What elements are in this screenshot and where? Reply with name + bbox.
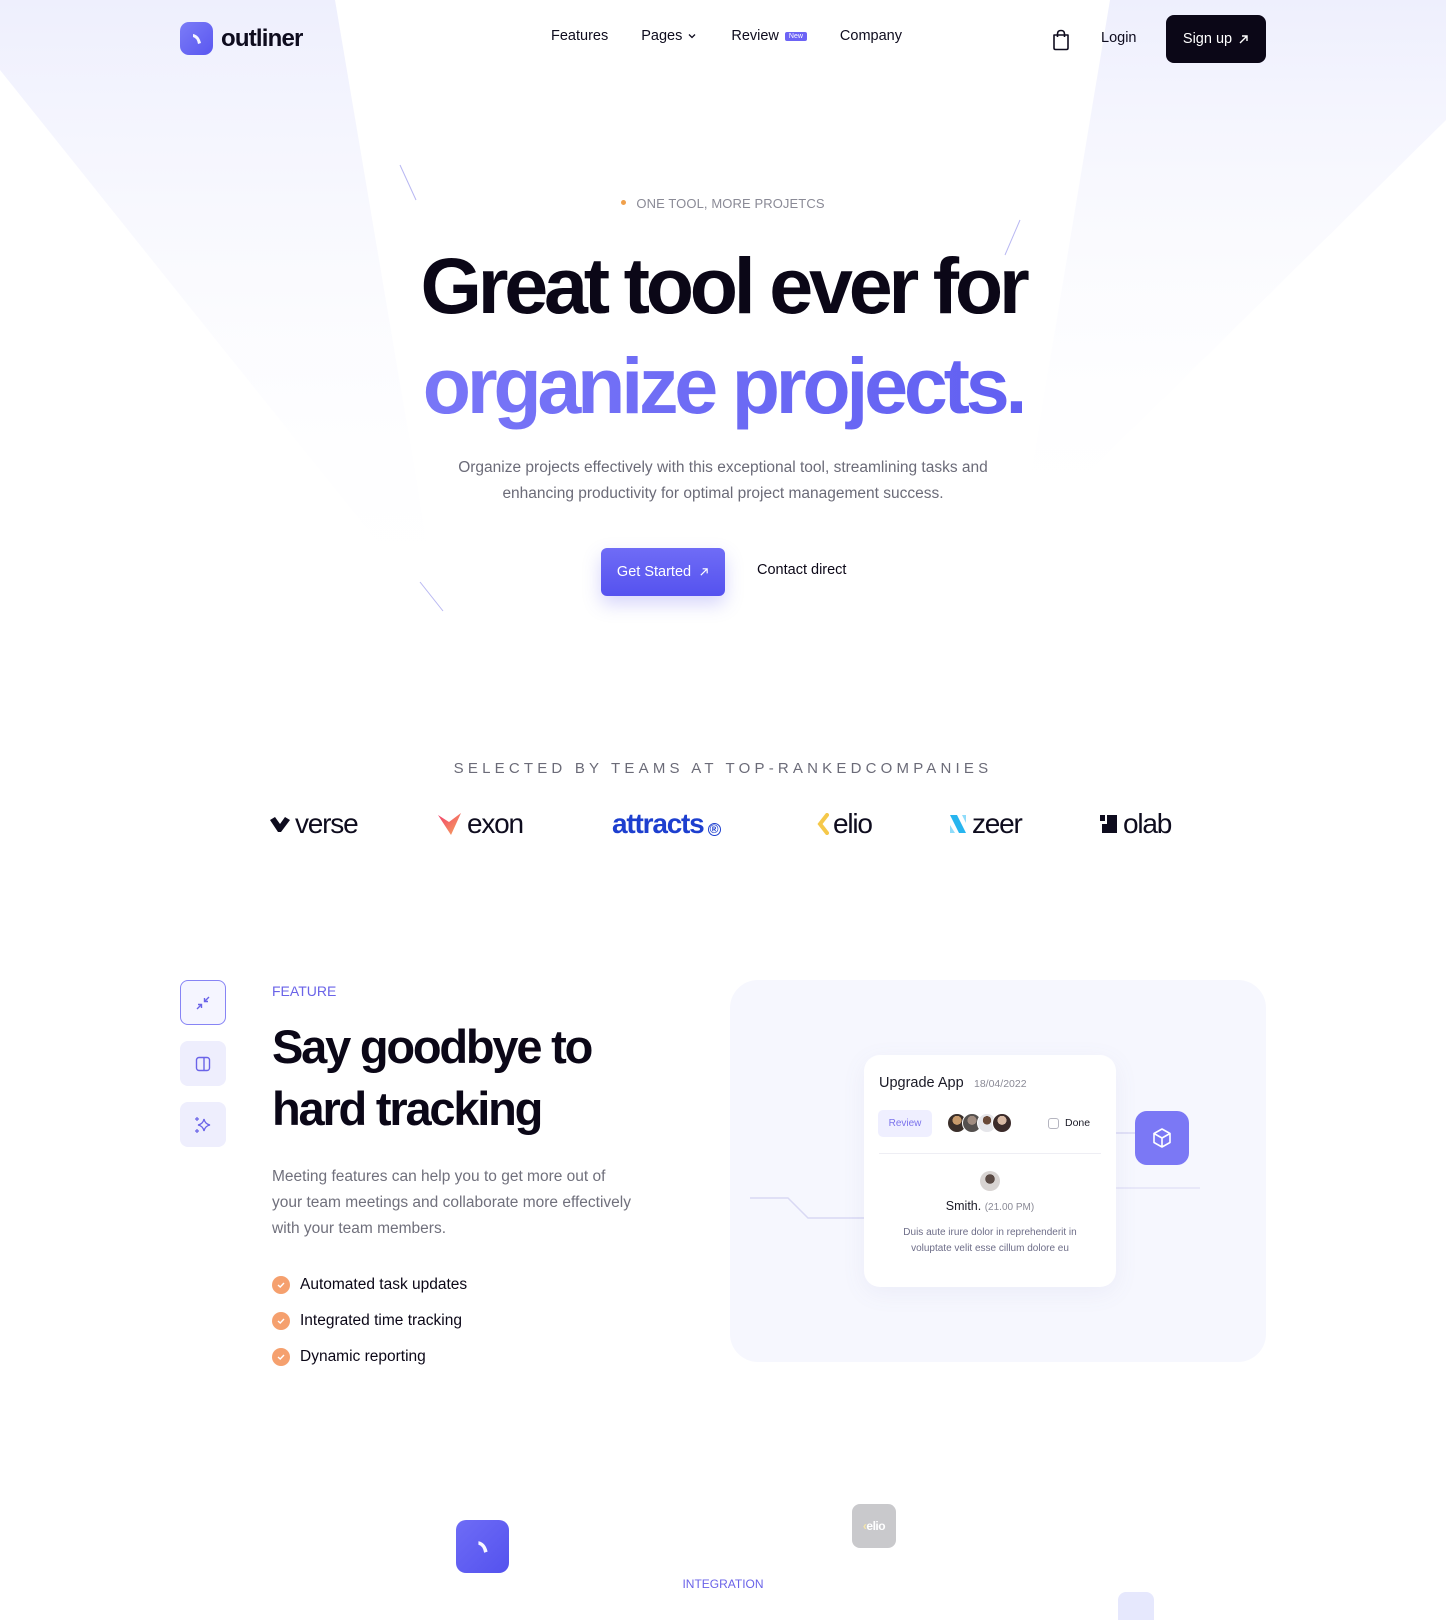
- get-started-button[interactable]: Get Started: [601, 548, 725, 596]
- logo-mark-icon: [477, 1540, 488, 1553]
- task-card: Upgrade App 18/04/2022 Review Done Smith…: [864, 1055, 1116, 1287]
- site-header: outliner Features Pages Review New Compa…: [0, 0, 1446, 80]
- feature-title: Say goodbye to hard tracking: [272, 1020, 593, 1135]
- logo-mark-icon: [180, 22, 213, 55]
- done-checkbox[interactable]: [1048, 1117, 1059, 1129]
- new-badge: New: [784, 31, 807, 41]
- hero-title-line2: organize projects.: [0, 336, 1446, 436]
- sidebar-panel-icon: [195, 1056, 211, 1071]
- registered-icon: ®: [707, 822, 721, 836]
- feature-tabs: [180, 980, 226, 1147]
- integration-elio-text: elio: [866, 1519, 886, 1533]
- logo-zeer: zeer: [948, 808, 1023, 840]
- main-nav: Features Pages Review New Company: [551, 28, 902, 44]
- done-label: Done: [1065, 1117, 1091, 1129]
- logo-attracts-text: attracts: [612, 808, 705, 839]
- nav-features[interactable]: Features: [551, 28, 608, 44]
- logo-olab: olab: [1099, 808, 1172, 840]
- signup-label: Sign up: [1182, 31, 1233, 47]
- nav-pages-label: Pages: [641, 28, 683, 44]
- status-chip[interactable]: Review: [878, 1110, 932, 1137]
- nav-review-label: Review: [731, 28, 779, 44]
- feature-preview-panel: Upgrade App 18/04/2022 Review Done Smith…: [730, 980, 1266, 1362]
- logo-elio-text: elio: [833, 808, 873, 839]
- olab-mark-icon: [1100, 815, 1117, 833]
- logo-attracts: attracts ®: [612, 808, 721, 840]
- nav-company[interactable]: Company: [840, 28, 902, 44]
- verse-mark-icon: [270, 817, 290, 832]
- arrow-up-right-icon: [1239, 34, 1248, 43]
- hero-title: Great tool ever for organize projects.: [0, 236, 1446, 436]
- brand-name: outliner: [221, 24, 303, 52]
- feature-bullet: Dynamic reporting: [272, 1339, 467, 1375]
- eyebrow-dot: [621, 200, 627, 206]
- integration-outliner-tile: [456, 1520, 509, 1573]
- logo-exon: exon: [437, 808, 524, 840]
- hero-title-line1: Great tool ever for: [420, 241, 1029, 330]
- check-circle-icon: [272, 1276, 290, 1294]
- hero-eyebrow: ONE TOOL, MORE PROJETCS: [0, 196, 1446, 211]
- contact-direct-link[interactable]: Contact direct: [757, 562, 846, 578]
- feature-bullet-text: Automated task updates: [300, 1276, 468, 1293]
- brand-logo[interactable]: outliner: [180, 22, 303, 55]
- feature-tab-panel[interactable]: [180, 1041, 226, 1086]
- feature-bullet: Automated task updates: [272, 1267, 467, 1303]
- nav-pages[interactable]: Pages: [641, 28, 697, 44]
- feature-bullet-text: Integrated time tracking: [300, 1312, 462, 1329]
- task-date: 18/04/2022: [974, 1078, 1027, 1090]
- signup-button[interactable]: Sign up: [1166, 15, 1266, 63]
- chevron-down-icon: [688, 34, 696, 39]
- commenter-avatar: [980, 1171, 1000, 1191]
- check-circle-icon: [272, 1348, 290, 1366]
- task-title: Upgrade App: [879, 1075, 964, 1091]
- sparkles-icon: [195, 1116, 211, 1133]
- logo-exon-text: exon: [467, 808, 524, 839]
- login-link[interactable]: Login: [1101, 30, 1136, 46]
- feature-tab-sparkles[interactable]: [180, 1102, 226, 1147]
- commenter-name: Smith.: [945, 1199, 982, 1213]
- logo-verse-text: verse: [295, 808, 359, 839]
- comment-author: Smith. (21.00 PM): [864, 1199, 1116, 1213]
- logo-olab-text: olab: [1123, 808, 1172, 839]
- feature-bullets: Automated task updates Integrated time t…: [272, 1267, 467, 1375]
- feature-label: FEATURE: [272, 983, 337, 999]
- avatar: [992, 1113, 1012, 1133]
- integration-label: INTEGRATION: [682, 1577, 764, 1591]
- logo-verse: verse: [269, 808, 359, 840]
- nav-features-label: Features: [551, 28, 609, 44]
- elio-mark-icon: [817, 813, 829, 835]
- companies-label: SELECTED BY TEAMS AT TOP-RANKEDCOMPANIES: [453, 760, 993, 777]
- eyebrow-text: ONE TOOL, MORE PROJETCS: [636, 196, 825, 211]
- comment-text: Duis aute irure dolor in reprehenderit i…: [903, 1227, 1077, 1254]
- exon-mark-icon: [438, 813, 461, 835]
- feature-tab-minimize[interactable]: [180, 980, 226, 1025]
- get-started-label: Get Started: [616, 564, 692, 580]
- integration-elio-tile: ‹ elio: [852, 1504, 896, 1548]
- integration-zeer-tile: [1118, 1592, 1154, 1620]
- zeer-mark-icon: [950, 815, 966, 833]
- nav-company-label: Company: [839, 28, 902, 44]
- company-logos: verse exon attracts ® elio zeer olab: [0, 808, 1446, 848]
- hero-subtitle: Organize projects effectively with this …: [458, 459, 988, 502]
- assignee-avatars: [947, 1113, 1012, 1133]
- comment-time: (21.00 PM): [984, 1202, 1035, 1213]
- card-divider: [879, 1153, 1101, 1154]
- shopping-bag-icon[interactable]: [1051, 29, 1071, 51]
- nav-review[interactable]: Review New: [731, 28, 807, 44]
- feature-description: Meeting features can help you to get mor…: [272, 1168, 631, 1237]
- logo-elio: elio: [817, 808, 873, 840]
- check-circle-icon: [272, 1312, 290, 1330]
- minimize-icon: [196, 996, 210, 1009]
- feature-bullet-text: Dynamic reporting: [300, 1348, 426, 1365]
- cube-icon: [1153, 1128, 1171, 1148]
- done-checkbox-row[interactable]: Done: [1048, 1117, 1090, 1129]
- cube-button[interactable]: [1135, 1111, 1189, 1165]
- feature-bullet: Integrated time tracking: [272, 1303, 467, 1339]
- arrow-up-right-icon: [700, 568, 708, 576]
- logo-zeer-text: zeer: [972, 808, 1023, 839]
